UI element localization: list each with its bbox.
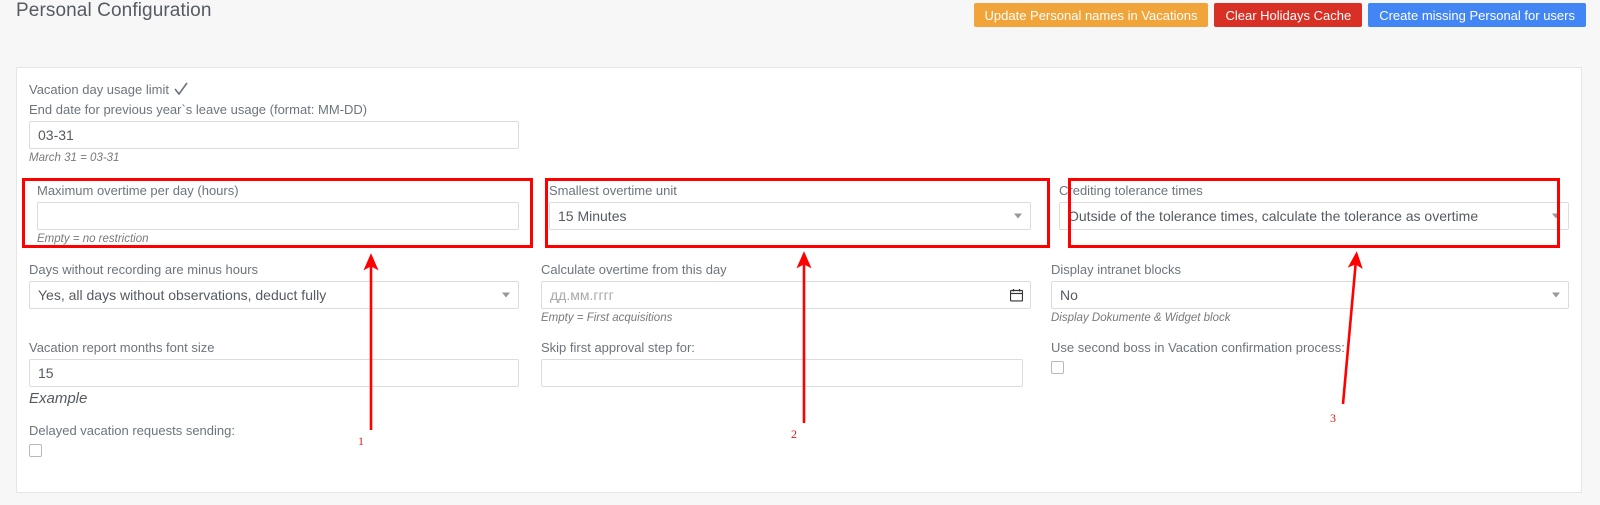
days-without-recording-field: Days without recording are minus hours Y…: [29, 262, 519, 309]
skip-first-approval-input[interactable]: [541, 359, 1023, 387]
calculate-overtime-from-hint: Empty = First acquisitions: [541, 312, 673, 324]
vacation-report-font-size-input[interactable]: 15: [29, 359, 519, 387]
vacation-report-font-size-hint: Example: [29, 390, 88, 407]
use-second-boss-checkbox[interactable]: [1051, 361, 1064, 375]
clear-holidays-cache-button[interactable]: Clear Holidays Cache: [1214, 3, 1363, 27]
calculate-overtime-from-field: Calculate overtime from this day дд.мм.г…: [541, 262, 1031, 324]
create-missing-personal-button[interactable]: Create missing Personal for users: [1368, 3, 1586, 27]
annotation-number-2: 2: [791, 427, 797, 441]
smallest-overtime-unit-label: Smallest overtime unit: [549, 183, 677, 198]
page-root: Personal Configuration Update Personal n…: [0, 0, 1600, 505]
annotation-number-3: 3: [1330, 411, 1336, 425]
display-intranet-blocks-label: Display intranet blocks: [1051, 262, 1182, 277]
vacation-report-font-size-label: Vacation report months font size: [29, 340, 215, 355]
calculate-overtime-from-placeholder: дд.мм.гггг: [550, 287, 614, 303]
chevron-down-icon: [502, 292, 510, 298]
crediting-tolerance-times-label: Crediting tolerance times: [1059, 183, 1203, 198]
chevron-down-icon: [1552, 292, 1560, 298]
smallest-overtime-unit-value: 15 Minutes: [558, 208, 627, 224]
display-intranet-blocks-select[interactable]: No: [1051, 281, 1569, 309]
update-personal-names-button[interactable]: Update Personal names in Vacations: [973, 3, 1209, 27]
end-date-prev-year-label: End date for previous year`s leave usage…: [29, 102, 368, 117]
vacation-day-usage-limit-label: Vacation day usage limit: [29, 82, 169, 97]
skip-first-approval-field: Skip first approval step for:: [541, 340, 1023, 387]
end-date-prev-year-hint: March 31 = 03-31: [29, 152, 120, 164]
max-overtime-per-day-input[interactable]: [37, 202, 519, 230]
delayed-vacation-requests-checkbox[interactable]: [29, 444, 42, 458]
delayed-vacation-requests-label: Delayed vacation requests sending:: [29, 423, 235, 438]
display-intranet-blocks-field: Display intranet blocks No Display Dokum…: [1051, 262, 1569, 324]
vacation-day-usage-limit-field: Vacation day usage limit: [29, 81, 519, 99]
calendar-icon[interactable]: [1009, 289, 1024, 302]
crediting-tolerance-times-field: Crediting tolerance times Outside of the…: [1059, 183, 1569, 230]
header-action-buttons: Update Personal names in Vacations Clear…: [973, 3, 1586, 27]
delayed-vacation-requests-field: Delayed vacation requests sending:: [29, 423, 519, 460]
chevron-down-icon: [1552, 213, 1560, 219]
skip-first-approval-label: Skip first approval step for:: [541, 340, 695, 355]
days-without-recording-select[interactable]: Yes, all days without observations, dedu…: [29, 281, 519, 309]
max-overtime-per-day-field: Maximum overtime per day (hours) Empty =…: [37, 183, 519, 245]
use-second-boss-field: Use second boss in Vacation confirmation…: [1051, 340, 1569, 377]
chevron-down-icon: [1014, 213, 1022, 219]
end-date-prev-year-input[interactable]: 03-31: [29, 121, 519, 149]
calculate-overtime-from-input[interactable]: дд.мм.гггг: [541, 281, 1031, 309]
days-without-recording-value: Yes, all days without observations, dedu…: [38, 287, 327, 303]
vacation-day-usage-limit-checkbox[interactable]: [173, 81, 189, 97]
days-without-recording-label: Days without recording are minus hours: [29, 262, 259, 277]
display-intranet-blocks-hint: Display Dokumente & Widget block: [1051, 312, 1231, 324]
smallest-overtime-unit-field: Smallest overtime unit 15 Minutes: [549, 183, 1031, 230]
smallest-overtime-unit-select[interactable]: 15 Minutes: [549, 202, 1031, 230]
max-overtime-per-day-hint: Empty = no restriction: [37, 233, 149, 245]
max-overtime-per-day-label: Maximum overtime per day (hours): [37, 183, 239, 198]
end-date-prev-year-field: End date for previous year`s leave usage…: [29, 102, 519, 164]
display-intranet-blocks-value: No: [1060, 287, 1078, 303]
vacation-report-font-size-field: Vacation report months font size 15 Exam…: [29, 340, 519, 407]
crediting-tolerance-times-select[interactable]: Outside of the tolerance times, calculat…: [1059, 202, 1569, 230]
annotation-number-1: 1: [358, 434, 364, 448]
use-second-boss-label: Use second boss in Vacation confirmation…: [1051, 340, 1345, 355]
configuration-card: Vacation day usage limit End date for pr…: [16, 67, 1582, 493]
page-header: Personal Configuration Update Personal n…: [0, 0, 1600, 30]
calculate-overtime-from-label: Calculate overtime from this day: [541, 262, 727, 277]
crediting-tolerance-times-value: Outside of the tolerance times, calculat…: [1068, 208, 1479, 224]
page-title: Personal Configuration: [16, 0, 212, 21]
